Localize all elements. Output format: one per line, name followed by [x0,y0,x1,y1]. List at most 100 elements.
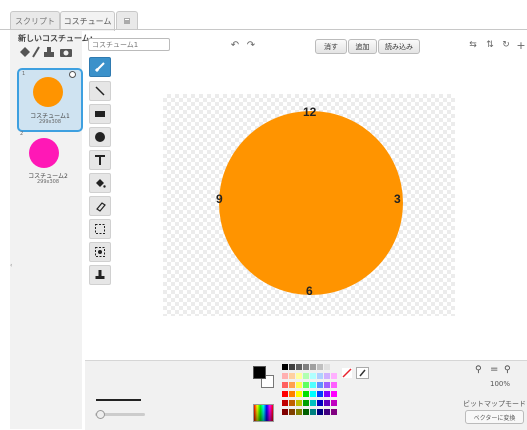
palette-swatch[interactable] [317,400,323,406]
palette-swatch[interactable] [289,364,295,370]
fill-tool[interactable] [89,173,111,193]
costume-thumbnail [33,77,63,107]
brush-tool[interactable] [89,57,111,77]
eyedropper-icon[interactable] [356,364,369,379]
stamp-tool[interactable] [89,242,111,262]
zoom-in-icon[interactable]: ⚲ [504,365,511,375]
rectangle-icon [95,111,105,117]
pane-resize-handle[interactable]: ‹ [10,262,12,269]
new-costume-buttons [18,44,78,58]
tab-scripts-label: スクリプト [15,16,55,26]
import-button[interactable]: 読み込み [378,39,420,54]
palette-swatch[interactable] [303,409,309,415]
zoom-out-icon[interactable]: ⚲ [475,365,482,375]
rotate-icon[interactable]: ↻ [499,38,513,52]
palette-swatch[interactable] [317,409,323,415]
tab-sounds[interactable] [116,11,138,30]
color-picker-gradient[interactable] [253,404,274,422]
palette-swatch[interactable] [310,409,316,415]
select-tool[interactable] [89,219,111,239]
stamp-icon[interactable] [44,47,54,57]
costume-item-1[interactable]: 1 コスチューム1 299x308 [17,68,83,132]
palette-swatch[interactable] [303,391,309,397]
set-costume-center-icon[interactable]: + [514,38,527,52]
palette-swatch[interactable] [289,391,295,397]
palette-swatch[interactable] [324,400,330,406]
palette-swatch[interactable] [317,373,323,379]
palette-swatch[interactable] [310,373,316,379]
palette-swatch[interactable] [317,391,323,397]
palette-swatch[interactable] [310,391,316,397]
flip-vertical-icon[interactable]: ⇅ [483,38,497,52]
palette-swatch[interactable] [303,373,309,379]
paint-brush-icon[interactable] [32,46,40,58]
palette-swatch[interactable] [289,409,295,415]
palette-swatch[interactable] [310,364,316,370]
camera-icon[interactable] [60,49,72,57]
palette-swatch[interactable] [317,364,323,370]
flip-horizontal-icon[interactable]: ⇆ [466,38,480,52]
text-icon [95,155,105,165]
clock-number-3: 3 [394,192,401,206]
palette-swatch[interactable] [303,400,309,406]
convert-to-vector-button[interactable]: ベクターに変換 [465,410,524,424]
palette-swatch[interactable] [289,382,295,388]
eraser-tool[interactable] [89,196,111,216]
line-tool[interactable] [89,81,111,101]
palette-swatch[interactable] [282,373,288,379]
costume-item-2[interactable]: 2 コスチューム2 299x308 [17,130,79,190]
select-icon [95,224,105,234]
clock-number-12: 12 [303,105,317,119]
set-center-icon [95,270,105,279]
tab-scripts[interactable]: スクリプト [10,11,60,30]
palette-swatch[interactable] [282,364,288,370]
palette-swatch[interactable] [331,391,337,397]
clear-button[interactable]: 消す [315,39,347,54]
palette-swatch[interactable] [324,409,330,415]
add-button[interactable]: 追加 [348,39,377,54]
text-tool[interactable] [89,150,111,170]
palette-swatch[interactable] [296,391,302,397]
palette-swatch[interactable] [324,364,330,370]
palette-swatch[interactable] [310,400,316,406]
tab-costumes[interactable]: コスチューム [60,11,115,31]
palette-swatch[interactable] [317,382,323,388]
palette-swatch[interactable] [296,409,302,415]
primary-color-swatch[interactable] [253,366,266,379]
orange-circle-shape [219,111,403,295]
delete-costume-icon[interactable] [69,71,76,78]
paint-new-costume-icon[interactable] [20,47,30,57]
palette-swatch[interactable] [289,373,295,379]
no-color-swatch[interactable] [342,363,352,378]
palette-swatch[interactable] [331,382,337,388]
clock-number-9: 9 [216,192,223,206]
palette-swatch[interactable] [324,391,330,397]
costume-name-input[interactable] [88,38,170,51]
undo-icon[interactable]: ↶ [228,38,242,52]
palette-swatch[interactable] [296,400,302,406]
speaker-icon [124,18,130,24]
palette-swatch[interactable] [310,382,316,388]
palette-swatch[interactable] [331,373,337,379]
palette-swatch[interactable] [296,373,302,379]
palette-swatch[interactable] [324,382,330,388]
palette-swatch[interactable] [296,364,302,370]
set-center-tool[interactable] [89,265,111,285]
palette-swatch[interactable] [303,382,309,388]
palette-swatch[interactable] [303,364,309,370]
palette-swatch[interactable] [331,400,337,406]
rectangle-tool[interactable] [89,104,111,124]
palette-swatch[interactable] [296,382,302,388]
palette-swatch[interactable] [282,382,288,388]
brush-size-slider-thumb[interactable] [96,410,105,419]
palette-swatch[interactable] [282,391,288,397]
line-icon [95,86,105,96]
redo-icon[interactable]: ↷ [244,38,258,52]
zoom-reset-icon[interactable]: = [490,364,498,375]
palette-swatch[interactable] [282,409,288,415]
palette-swatch[interactable] [282,400,288,406]
palette-swatch[interactable] [289,400,295,406]
palette-swatch[interactable] [324,373,330,379]
ellipse-tool[interactable] [89,127,111,147]
palette-swatch[interactable] [331,409,337,415]
